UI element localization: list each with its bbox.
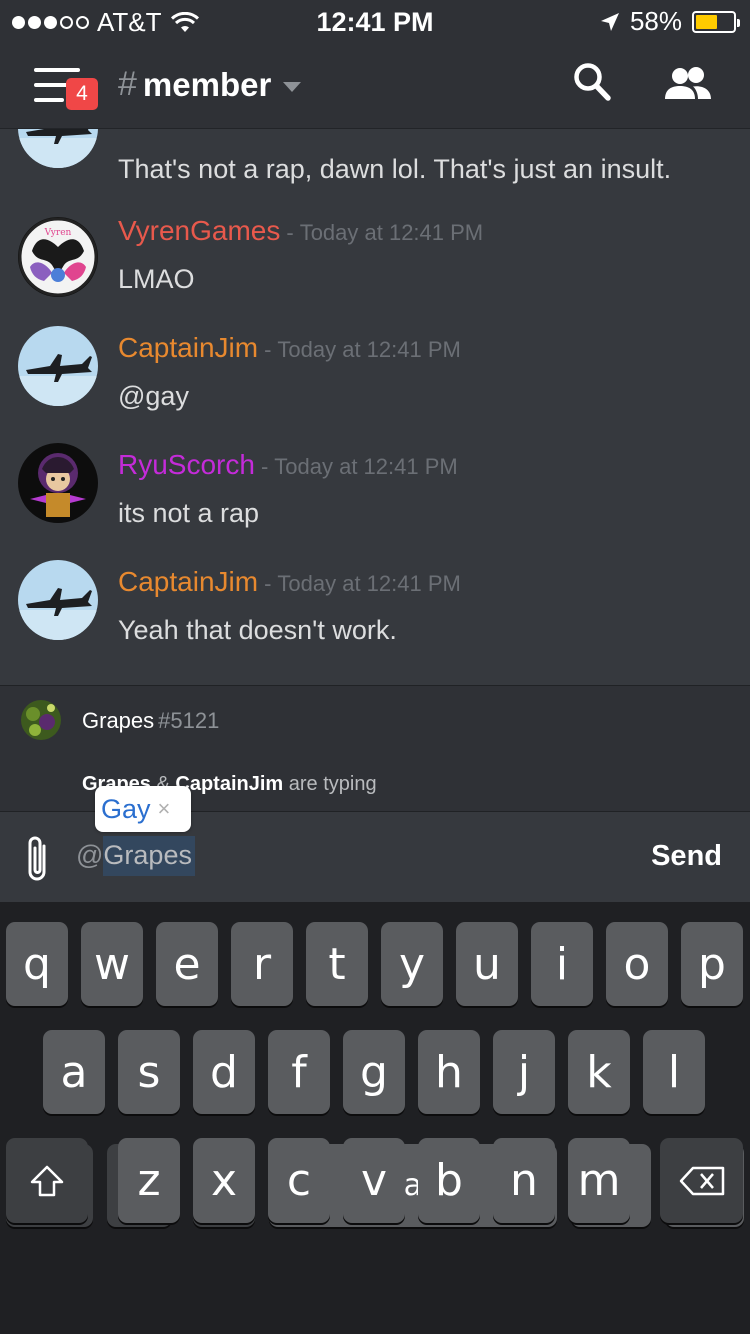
message-item: RyuScorch - Today at 12:41 PM its not a …: [0, 441, 750, 558]
message-text: @gay: [118, 381, 189, 411]
message-header: VyrenGames - Today at 12:41 PM: [118, 215, 483, 247]
message-separator: -: [264, 337, 272, 362]
close-icon[interactable]: ×: [158, 796, 171, 822]
mention-suggestion[interactable]: Grapes #5121: [82, 708, 219, 734]
key-z[interactable]: z: [118, 1138, 180, 1223]
key-b[interactable]: b: [418, 1138, 480, 1223]
user-avatar[interactable]: [18, 560, 98, 640]
suggestion-name: Grapes: [82, 708, 155, 733]
username[interactable]: CaptainJim: [118, 566, 258, 598]
shift-key[interactable]: [6, 1138, 88, 1223]
chevron-down-icon: [283, 81, 302, 92]
input-selected-text: Grapes: [103, 836, 195, 876]
backspace-icon: [679, 1166, 724, 1195]
key-k[interactable]: k: [568, 1030, 630, 1114]
key-m[interactable]: m: [568, 1138, 630, 1223]
message-separator: -: [260, 454, 269, 479]
suggestion-avatar: [21, 700, 61, 740]
status-bar: AT&T 12:41 PM 58%: [0, 0, 750, 40]
channel-header: # member: [0, 40, 750, 129]
location-arrow-icon: [600, 12, 619, 31]
user-avatar[interactable]: Vyren: [18, 217, 98, 297]
keyboard: 123 space @ #: [0, 902, 750, 1334]
autocorrect-word: Gay: [101, 793, 151, 824]
message-item: CaptainJim - Today at 12:41 PM @gay: [0, 324, 750, 441]
key-o[interactable]: o: [606, 922, 668, 1006]
key-g[interactable]: g: [343, 1030, 405, 1114]
username[interactable]: RyuScorch: [118, 449, 255, 481]
key-e[interactable]: e: [156, 922, 218, 1006]
user-avatar[interactable]: [18, 443, 98, 523]
message-header: CaptainJim - Today at 12:41 PM: [118, 332, 461, 364]
message-header: CaptainJim - Today at 12:41 PM: [118, 566, 461, 598]
typing-user: CaptainJim: [175, 773, 284, 795]
channel-title[interactable]: # member: [118, 65, 302, 104]
user-avatar[interactable]: [18, 129, 98, 168]
unread-badge: 4: [66, 78, 98, 110]
svg-text:Vyren: Vyren: [44, 228, 72, 238]
message-item: CaptainJim - Today at 12:41 PM Yeah that…: [0, 558, 750, 675]
paperclip-icon[interactable]: [22, 834, 54, 886]
key-t[interactable]: t: [306, 922, 368, 1006]
key-n[interactable]: n: [493, 1138, 555, 1223]
key-d[interactable]: d: [193, 1030, 255, 1114]
key-w[interactable]: w: [81, 922, 143, 1006]
message-timestamp: Today at 12:41 PM: [277, 571, 461, 596]
message-separator: -: [264, 571, 272, 596]
input-at-sign: @: [76, 840, 104, 870]
key-q[interactable]: q: [6, 922, 68, 1006]
key-j[interactable]: j: [493, 1030, 555, 1114]
username[interactable]: VyrenGames: [118, 215, 280, 247]
key-u[interactable]: u: [456, 922, 518, 1006]
message-header: RyuScorch - Today at 12:41 PM: [118, 449, 458, 481]
key-v[interactable]: v: [343, 1138, 405, 1223]
battery-percent: 58%: [629, 6, 682, 36]
key-h[interactable]: h: [418, 1030, 480, 1114]
message-text: Yeah that doesn't work.: [118, 615, 397, 645]
key-f[interactable]: f: [268, 1030, 330, 1114]
key-r[interactable]: r: [231, 922, 293, 1006]
message-text: its not a rap: [118, 498, 260, 528]
autocorrect-bubble[interactable]: Gay ×: [95, 786, 191, 832]
typing-suffix: are typing: [283, 773, 377, 795]
key-i[interactable]: i: [531, 922, 593, 1006]
key-p[interactable]: p: [681, 922, 743, 1006]
search-icon[interactable]: [573, 62, 613, 104]
channel-hash: #: [118, 65, 137, 103]
message-text: LMAO: [118, 264, 195, 294]
message-timestamp: Today at 12:41 PM: [274, 454, 458, 479]
message-text: That's not a rap, dawn lol. That's just …: [118, 154, 672, 184]
message-timestamp: Today at 12:41 PM: [299, 220, 484, 245]
key-y[interactable]: y: [381, 922, 443, 1006]
key-c[interactable]: c: [268, 1138, 330, 1223]
shift-icon: [30, 1165, 64, 1196]
key-l[interactable]: l: [643, 1030, 705, 1114]
message-input[interactable]: @Grapes: [76, 836, 195, 876]
status-right: 58%: [600, 6, 740, 37]
channel-name: member: [142, 65, 272, 103]
message-timestamp: Today at 12:41 PM: [277, 337, 461, 362]
user-avatar[interactable]: [18, 326, 98, 406]
battery-icon: [692, 10, 740, 33]
key-x[interactable]: x: [193, 1138, 255, 1223]
message-item: Vyren VyrenGames - Today at 12:41 PM LMA…: [0, 207, 750, 324]
members-icon[interactable]: [664, 66, 712, 102]
send-button[interactable]: Send: [651, 840, 722, 873]
key-s[interactable]: s: [118, 1030, 180, 1114]
username[interactable]: CaptainJim: [118, 332, 258, 364]
backspace-key[interactable]: [660, 1138, 743, 1223]
message-list[interactable]: That's not a rap, dawn lol. That's just …: [0, 129, 750, 685]
message-separator: -: [286, 220, 294, 245]
suggestion-tag: #5121: [158, 708, 220, 733]
key-a[interactable]: a: [43, 1030, 105, 1114]
